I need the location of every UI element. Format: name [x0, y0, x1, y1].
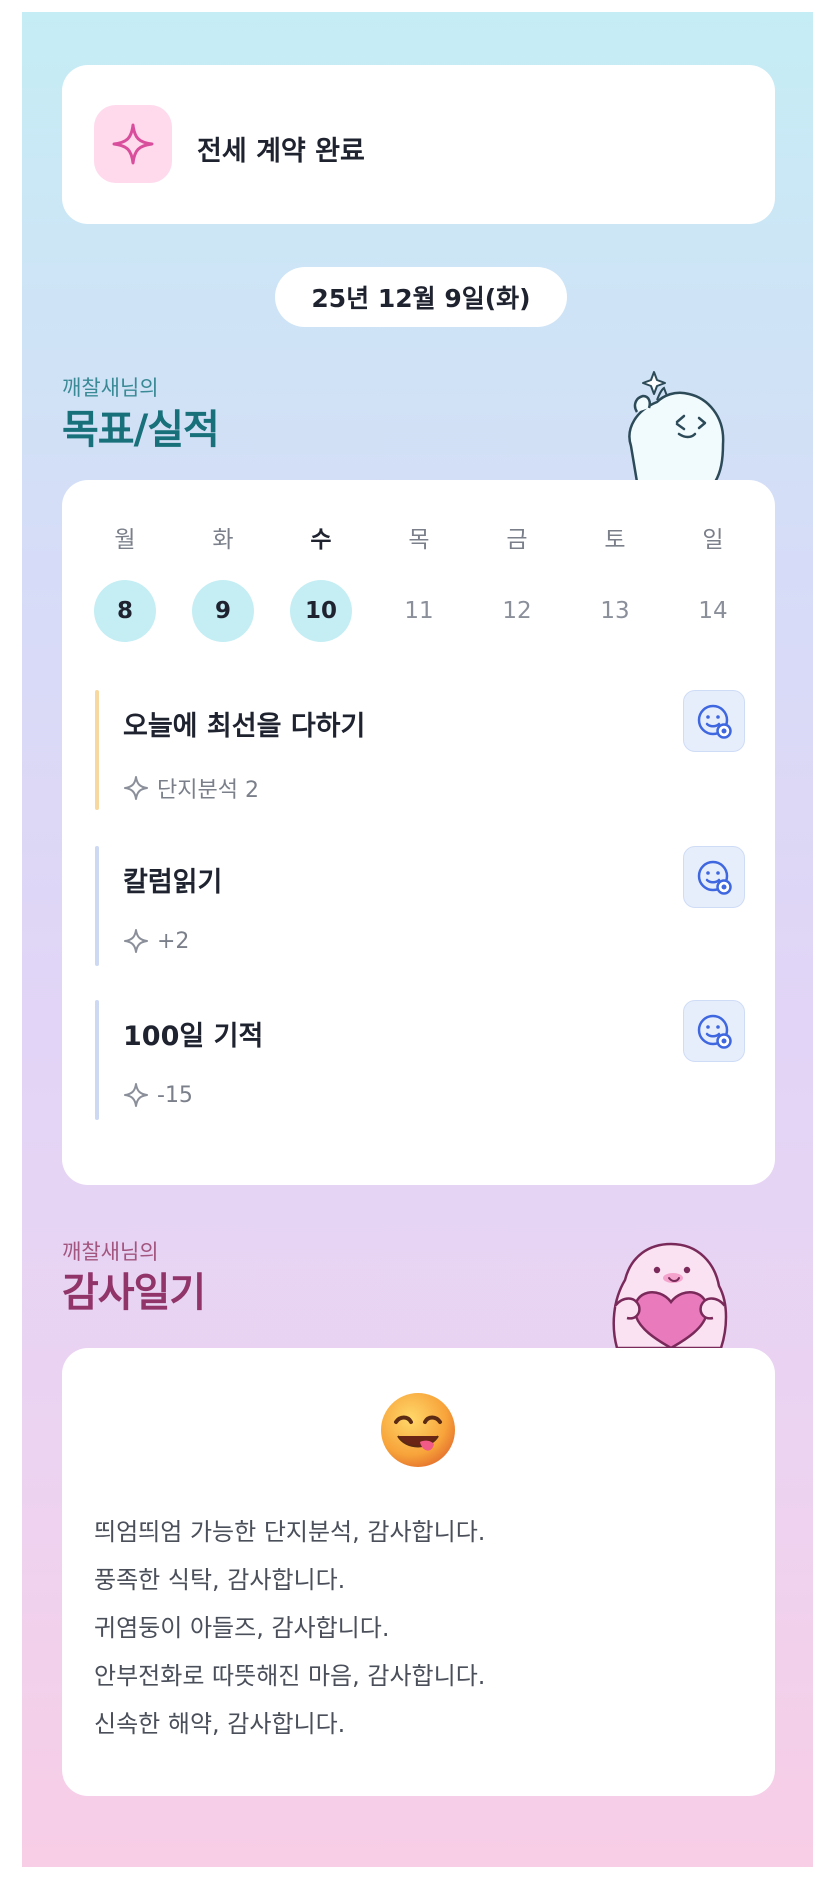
- gratitude-line: 안부전화로 따뜻해진 마음, 감사합니다.: [94, 1662, 486, 1690]
- goals-section-title: 목표/실적: [62, 407, 220, 453]
- date-pill[interactable]: 25년 12월 9일(화): [275, 267, 567, 327]
- day-number: 13: [600, 598, 630, 624]
- day-label: 금: [506, 527, 528, 553]
- goal-accent-bar: [95, 1000, 99, 1120]
- sparkle-icon: [94, 105, 172, 183]
- goal-title: 칼럼읽기: [123, 867, 223, 898]
- day-label: 토: [604, 527, 626, 553]
- day-number: 11: [404, 598, 434, 624]
- notice-title: 전세 계약 완료: [197, 136, 365, 167]
- smile-add-icon: [697, 704, 732, 739]
- gratitude-list: 띄엄띄엄 가능한 단지분석, 감사합니다. 풍족한 식탁, 감사합니다. 귀염둥…: [94, 1508, 485, 1748]
- goal-title: 오늘에 최선을 다하기: [123, 711, 366, 742]
- add-reaction-button[interactable]: [683, 846, 745, 908]
- add-reaction-button[interactable]: [683, 690, 745, 752]
- sparkle-icon: [124, 776, 148, 800]
- day-number: 10: [290, 580, 352, 642]
- heart-mascot-illustration: [612, 1242, 728, 1348]
- notice-card[interactable]: 전세 계약 완료: [62, 65, 775, 224]
- day-label: 수: [310, 527, 332, 553]
- day-label: 화: [212, 527, 234, 553]
- gratitude-section-title: 감사일기: [62, 1270, 206, 1316]
- goals-card: 월 8 화 9 수 10 목 11 금 12 토 13 일 14 오늘에 최선을…: [62, 480, 775, 1185]
- gratitude-line: 신속한 해약, 감사합니다.: [94, 1710, 346, 1738]
- smile-add-icon: [697, 1014, 732, 1049]
- day-number: 8: [94, 580, 156, 642]
- sparkle-icon: [124, 929, 148, 953]
- day-label: 일: [702, 527, 724, 553]
- goal-item[interactable]: 오늘에 최선을 다하기 단지분석 2: [95, 690, 745, 810]
- gratitude-line: 풍족한 식탁, 감사합니다.: [94, 1566, 346, 1594]
- ghost-mascot-illustration: [628, 371, 725, 482]
- goal-item[interactable]: 칼럼읽기 +2: [95, 846, 745, 966]
- goal-meta: -15: [123, 1082, 193, 1108]
- add-reaction-button[interactable]: [683, 1000, 745, 1062]
- day-number: 12: [502, 598, 532, 624]
- smiling-face-emoji: [381, 1393, 455, 1467]
- smile-add-icon: [697, 860, 732, 895]
- goal-item[interactable]: 100일 기적 -15: [95, 1000, 745, 1120]
- gratitude-card: 띄엄띄엄 가능한 단지분석, 감사합니다. 풍족한 식탁, 감사합니다. 귀염둥…: [62, 1348, 775, 1796]
- goal-meta-text: -15: [157, 1082, 193, 1108]
- day-number: 9: [192, 580, 254, 642]
- goal-meta: 단지분석 2: [123, 772, 259, 804]
- goal-accent-bar: [95, 690, 99, 810]
- day-label: 월: [114, 527, 136, 553]
- goal-title: 100일 기적: [123, 1021, 264, 1052]
- sparkle-icon: [124, 1083, 148, 1107]
- day-label: 목: [408, 527, 430, 553]
- gratitude-line: 귀염둥이 아들즈, 감사합니다.: [94, 1614, 390, 1642]
- gratitude-line: 띄엄띄엄 가능한 단지분석, 감사합니다.: [94, 1518, 486, 1546]
- goal-meta-text: +2: [157, 928, 190, 954]
- goal-meta-text: 단지분석 2: [157, 778, 259, 803]
- goal-meta: +2: [123, 928, 189, 954]
- goal-accent-bar: [95, 846, 99, 966]
- day-number: 14: [698, 598, 728, 624]
- app-canvas: 전세 계약 완료 25년 12월 9일(화) 깨찰새님의 목표/실적 월 8 화…: [22, 12, 813, 1867]
